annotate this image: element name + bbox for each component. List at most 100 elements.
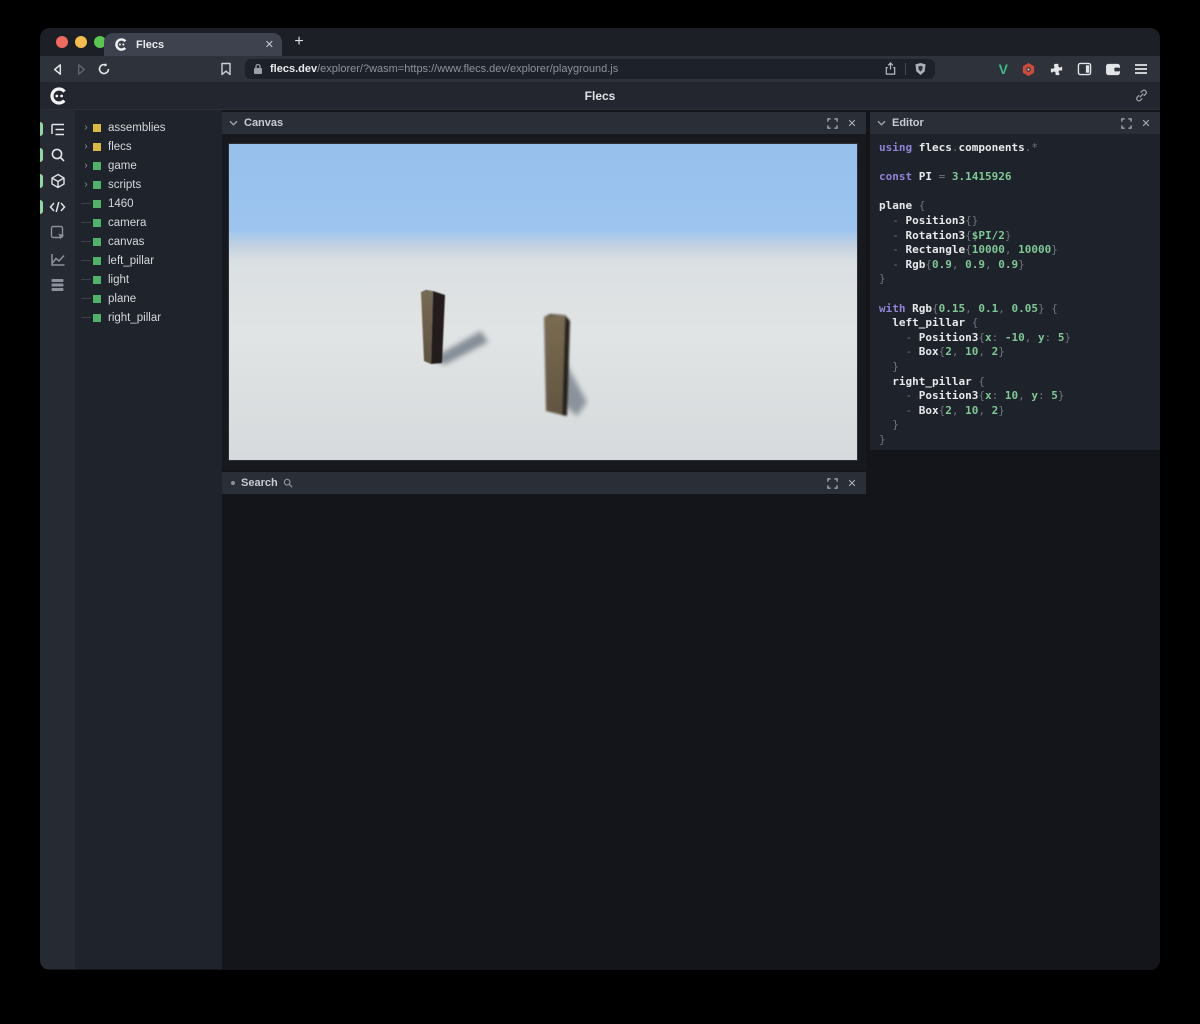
url-path: /explorer/?wasm=https://www.flecs.dev/ex… xyxy=(317,63,619,75)
entity-square-icon xyxy=(93,313,101,322)
editor-panel-header[interactable]: Editor ✕ xyxy=(870,112,1160,134)
canvas-panel: Canvas ✕ Search ✕ xyxy=(222,112,866,494)
search-panel-header[interactable]: Search ✕ xyxy=(222,472,866,494)
tree-twisty-icon[interactable]: — xyxy=(81,236,91,247)
code-line: right_pillar { xyxy=(879,374,985,388)
red-extension-icon[interactable] xyxy=(1021,62,1036,77)
wallet-icon[interactable] xyxy=(1105,63,1121,76)
canvas-body xyxy=(222,134,866,470)
tree-twisty-icon[interactable]: › xyxy=(81,179,91,190)
fullscreen-icon[interactable] xyxy=(825,116,839,130)
close-window-button[interactable] xyxy=(56,36,68,48)
divider xyxy=(905,63,906,75)
bookmark-icon[interactable] xyxy=(217,60,235,78)
tree-item[interactable]: — camera xyxy=(75,213,222,232)
tree-item[interactable]: — canvas xyxy=(75,232,222,251)
tree-twisty-icon[interactable]: › xyxy=(81,141,91,152)
tree-item[interactable]: — light xyxy=(75,270,222,289)
app-body: › assemblies › flecs › game › scripts — … xyxy=(40,110,1160,969)
code-line: left_pillar { xyxy=(879,316,979,330)
forward-icon[interactable] xyxy=(72,60,90,78)
search-icon[interactable] xyxy=(40,143,75,167)
code-icon[interactable] xyxy=(40,195,75,219)
entity-tree-icon[interactable] xyxy=(40,117,75,141)
entity-square-icon xyxy=(93,294,101,303)
tree-item-label: assemblies xyxy=(108,121,166,134)
canvas-panel-header[interactable]: Canvas ✕ xyxy=(222,112,866,134)
close-icon[interactable]: ✕ xyxy=(845,476,859,490)
tree-item-label: 1460 xyxy=(108,197,134,210)
tree-item[interactable]: › flecs xyxy=(75,137,222,156)
close-icon[interactable]: ✕ xyxy=(845,116,859,130)
main-area: Canvas ✕ Search ✕ Editor ✕ using flecs.c… xyxy=(222,110,1160,969)
close-icon[interactable]: ✕ xyxy=(1139,116,1153,130)
extension-area: V xyxy=(999,56,1148,82)
menu-icon[interactable] xyxy=(1134,63,1148,75)
3d-canvas[interactable] xyxy=(228,143,858,461)
tree-twisty-icon[interactable]: — xyxy=(81,312,91,323)
entity-square-icon xyxy=(93,275,101,284)
tree-item[interactable]: › scripts xyxy=(75,175,222,194)
reload-icon[interactable] xyxy=(95,60,113,78)
back-icon[interactable] xyxy=(48,60,66,78)
code-line: - Position3{} xyxy=(879,213,979,227)
panel-title: Editor xyxy=(892,117,924,129)
page-title: Flecs xyxy=(584,88,616,103)
tree-twisty-icon[interactable]: — xyxy=(81,198,91,209)
tree-twisty-icon[interactable]: › xyxy=(81,122,91,133)
tree-item[interactable]: — plane xyxy=(75,289,222,308)
tree-item[interactable]: › assemblies xyxy=(75,118,222,137)
app-header: Flecs xyxy=(40,82,1160,110)
new-tab-button[interactable]: + xyxy=(290,32,308,52)
link-icon[interactable] xyxy=(1134,88,1149,103)
rows-icon[interactable] xyxy=(40,273,75,297)
code-line: } xyxy=(879,359,899,373)
brave-shield-icon[interactable] xyxy=(914,62,927,76)
tree-item-label: camera xyxy=(108,216,147,229)
chevron-down-icon[interactable] xyxy=(229,120,238,126)
3d-scene xyxy=(229,144,857,460)
chevron-down-icon[interactable] xyxy=(877,120,886,126)
tree-item[interactable]: — right_pillar xyxy=(75,308,222,327)
stats-chart-icon[interactable] xyxy=(40,247,75,271)
puzzle-extension-icon[interactable] xyxy=(1049,62,1064,77)
share-icon[interactable] xyxy=(884,62,897,76)
vue-extension-icon[interactable]: V xyxy=(999,61,1008,77)
entity-square-icon xyxy=(93,161,101,170)
tree-twisty-icon[interactable]: — xyxy=(81,255,91,266)
entity-tree-panel: › assemblies › flecs › game › scripts — … xyxy=(75,110,222,969)
tree-twisty-icon[interactable]: — xyxy=(81,217,91,228)
entity-square-icon xyxy=(93,180,101,189)
browser-tab[interactable]: Flecs ✕ xyxy=(104,33,282,56)
tree-item[interactable]: — left_pillar xyxy=(75,251,222,270)
code-line: - Rectangle{10000, 10000} xyxy=(879,243,1058,257)
sidebar-icon[interactable] xyxy=(1077,62,1092,76)
tree-twisty-icon[interactable]: — xyxy=(81,274,91,285)
minimize-window-button[interactable] xyxy=(75,36,87,48)
fullscreen-icon[interactable] xyxy=(1119,116,1133,130)
code-line: with Rgb{0.15, 0.1, 0.05} { xyxy=(879,301,1058,315)
entity-square-icon xyxy=(93,218,101,227)
cube-icon[interactable] xyxy=(40,169,75,193)
tree-item-label: light xyxy=(108,273,130,286)
panel-title: Canvas xyxy=(244,117,284,129)
tree-twisty-icon[interactable]: › xyxy=(81,160,91,171)
collapsed-bullet-icon[interactable] xyxy=(231,481,235,485)
tree-item[interactable]: › game xyxy=(75,156,222,175)
tree-item-label: game xyxy=(108,159,137,172)
browser-toolbar: flecs.dev/explorer/?wasm=https://www.fle… xyxy=(40,56,1160,82)
code-line: - Position3{x: 10, y: 5} xyxy=(879,389,1065,403)
editor-panel: Editor ✕ using flecs.components.* const … xyxy=(870,112,1160,450)
tree-item[interactable]: — 1460 xyxy=(75,194,222,213)
inspector-icon[interactable] xyxy=(40,221,75,245)
tab-close-icon[interactable]: ✕ xyxy=(265,38,274,51)
code-line: - Box{2, 10, 2} xyxy=(879,403,1005,417)
url-bar[interactable]: flecs.dev/explorer/?wasm=https://www.fle… xyxy=(245,59,935,79)
tree-item-label: left_pillar xyxy=(108,254,155,267)
code-editor[interactable]: using flecs.components.* const PI = 3.14… xyxy=(870,134,1160,450)
tree-twisty-icon[interactable]: — xyxy=(81,293,91,304)
code-line: } xyxy=(879,432,886,446)
fullscreen-icon[interactable] xyxy=(825,476,839,490)
